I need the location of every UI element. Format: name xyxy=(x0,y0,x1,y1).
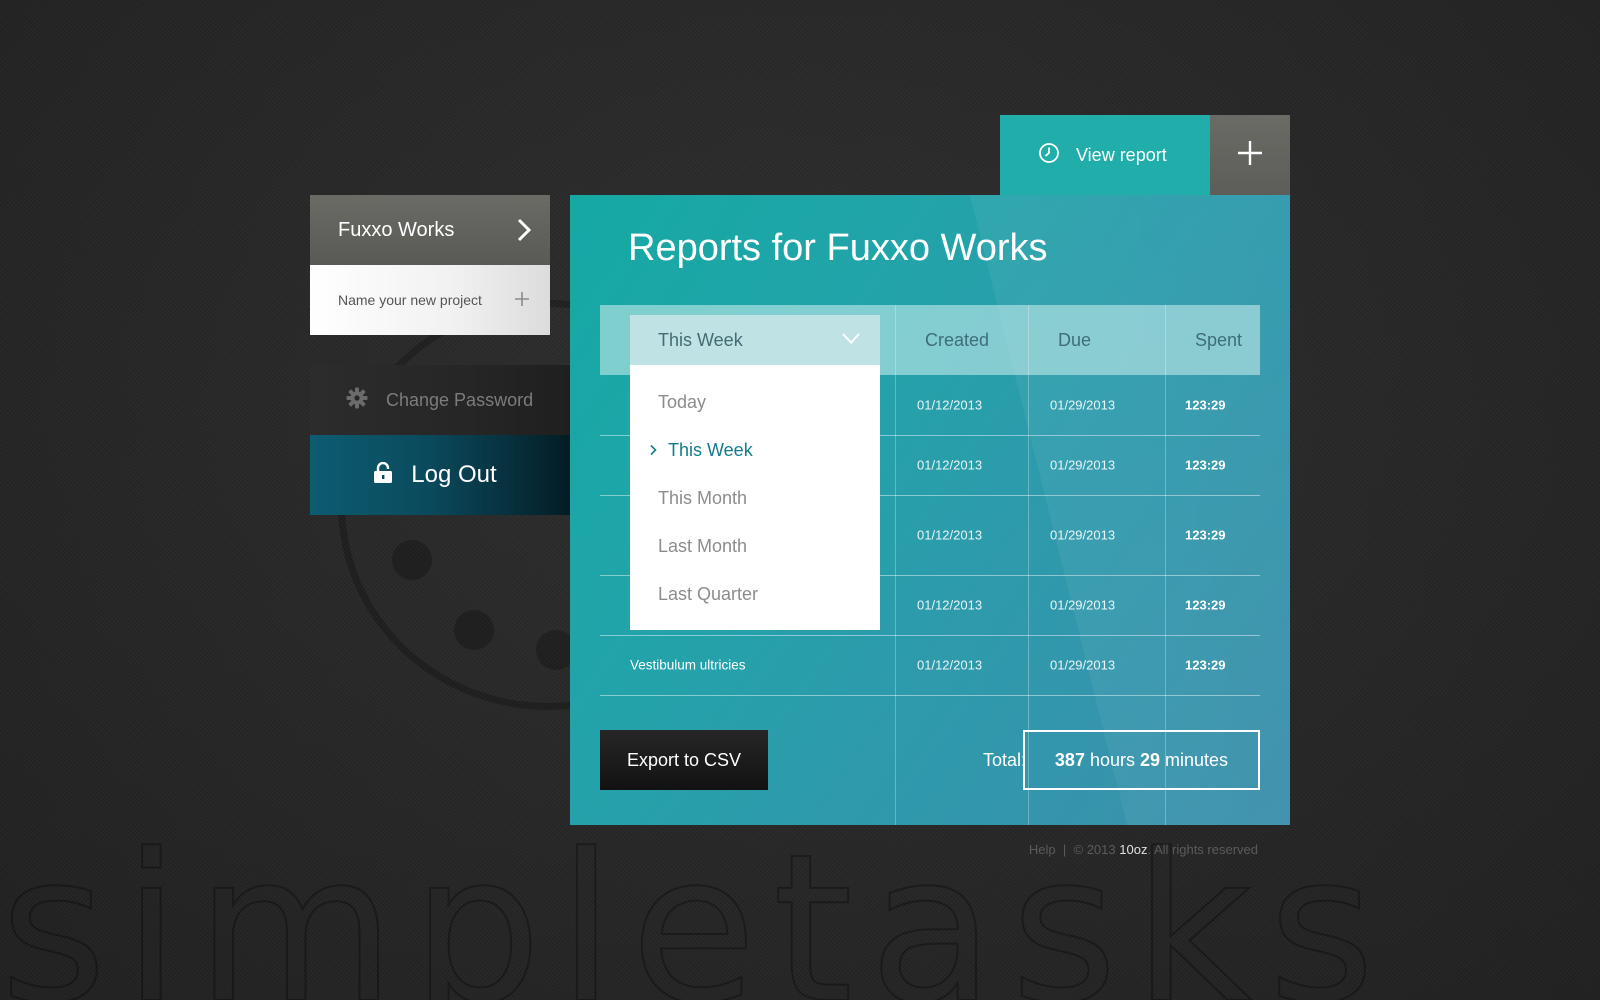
dropdown-option-this-week[interactable]: This Week xyxy=(630,426,880,474)
export-csv-button[interactable]: Export to CSV xyxy=(600,730,768,790)
project-selector[interactable]: Fuxxo Works xyxy=(310,195,550,265)
row-spent: 123:29 xyxy=(1185,597,1226,613)
brand-link[interactable]: 10oz xyxy=(1119,842,1147,857)
column-header-created[interactable]: Created xyxy=(925,305,989,375)
row-created: 01/12/2013 xyxy=(917,457,983,473)
period-dropdown[interactable]: This Week xyxy=(630,315,880,365)
row-created: 01/12/2013 xyxy=(917,397,983,413)
chevron-right-icon xyxy=(516,218,532,242)
page-title: Reports for Fuxxo Works xyxy=(628,227,1048,269)
dropdown-option-last-month[interactable]: Last Month xyxy=(630,522,880,570)
column-divider xyxy=(895,305,896,825)
row-due: 01/29/2013 xyxy=(1050,397,1116,413)
column-header-spent[interactable]: Spent xyxy=(1195,305,1242,375)
add-project-icon[interactable] xyxy=(514,288,530,312)
row-created: 01/12/2013 xyxy=(917,527,983,543)
help-link[interactable]: Help xyxy=(1029,842,1056,857)
row-name: Vestibulum ultricies xyxy=(630,657,746,673)
chevron-down-icon xyxy=(842,331,860,349)
background-wordmark: simpletasks xyxy=(0,828,1391,1000)
tab-view-report[interactable]: View report xyxy=(1000,115,1210,195)
row-due: 01/29/2013 xyxy=(1050,657,1116,673)
row-created: 01/12/2013 xyxy=(917,597,983,613)
new-project-row xyxy=(310,265,550,335)
total-minutes: 29 xyxy=(1140,749,1161,770)
tab-view-report-label: View report xyxy=(1076,144,1167,165)
unlock-icon xyxy=(373,461,393,489)
row-divider xyxy=(600,635,1260,636)
total-hours: 387 xyxy=(1054,749,1085,770)
total-minutes-unit: minutes xyxy=(1165,749,1229,770)
copyright: © 2013 xyxy=(1073,842,1116,857)
dropdown-option-this-month[interactable]: This Month xyxy=(630,474,880,522)
plus-icon xyxy=(1237,140,1263,171)
footer-separator: | xyxy=(1062,842,1067,857)
row-due: 01/29/2013 xyxy=(1050,457,1116,473)
row-created: 01/12/2013 xyxy=(917,657,983,673)
chevron-right-icon xyxy=(650,440,657,461)
row-due: 01/29/2013 xyxy=(1050,527,1116,543)
row-divider xyxy=(600,695,1260,696)
change-password-label: Change Password xyxy=(386,389,534,410)
clock-icon xyxy=(1038,142,1060,169)
row-spent: 123:29 xyxy=(1185,527,1226,543)
log-out-label: Log Out xyxy=(411,461,497,488)
project-name: Fuxxo Works xyxy=(338,218,455,241)
row-spent: 123:29 xyxy=(1185,457,1226,473)
period-dropdown-value: This Week xyxy=(658,329,743,350)
total-time: 387 hours 29 minutes xyxy=(1023,730,1260,790)
report-panel: Reports for Fuxxo Works Created Due Spen… xyxy=(570,195,1290,825)
total-label: Total: xyxy=(982,749,1026,770)
add-button[interactable] xyxy=(1210,115,1290,195)
background-dot xyxy=(392,540,432,580)
page-footer: Help | © 2013 10oz. All rights reserved xyxy=(960,842,1258,857)
row-spent: 123:29 xyxy=(1185,397,1226,413)
dropdown-option-last-quarter[interactable]: Last Quarter xyxy=(630,570,880,618)
dropdown-option-today[interactable]: Today xyxy=(630,378,880,426)
total-hours-unit: hours xyxy=(1089,749,1135,770)
new-project-input[interactable] xyxy=(338,292,508,308)
column-header-due[interactable]: Due xyxy=(1058,305,1091,375)
change-password-button[interactable]: Change Password xyxy=(310,365,570,435)
period-dropdown-menu: Today This Week This Month Last Month La… xyxy=(630,365,880,630)
row-spent: 123:29 xyxy=(1185,657,1226,673)
log-out-button[interactable]: Log Out xyxy=(310,435,570,515)
background-dot xyxy=(454,610,494,650)
gear-icon xyxy=(346,387,368,414)
rights-text: . All rights reserved xyxy=(1147,842,1258,857)
row-due: 01/29/2013 xyxy=(1050,597,1116,613)
dropdown-option-label: This Week xyxy=(668,439,753,460)
